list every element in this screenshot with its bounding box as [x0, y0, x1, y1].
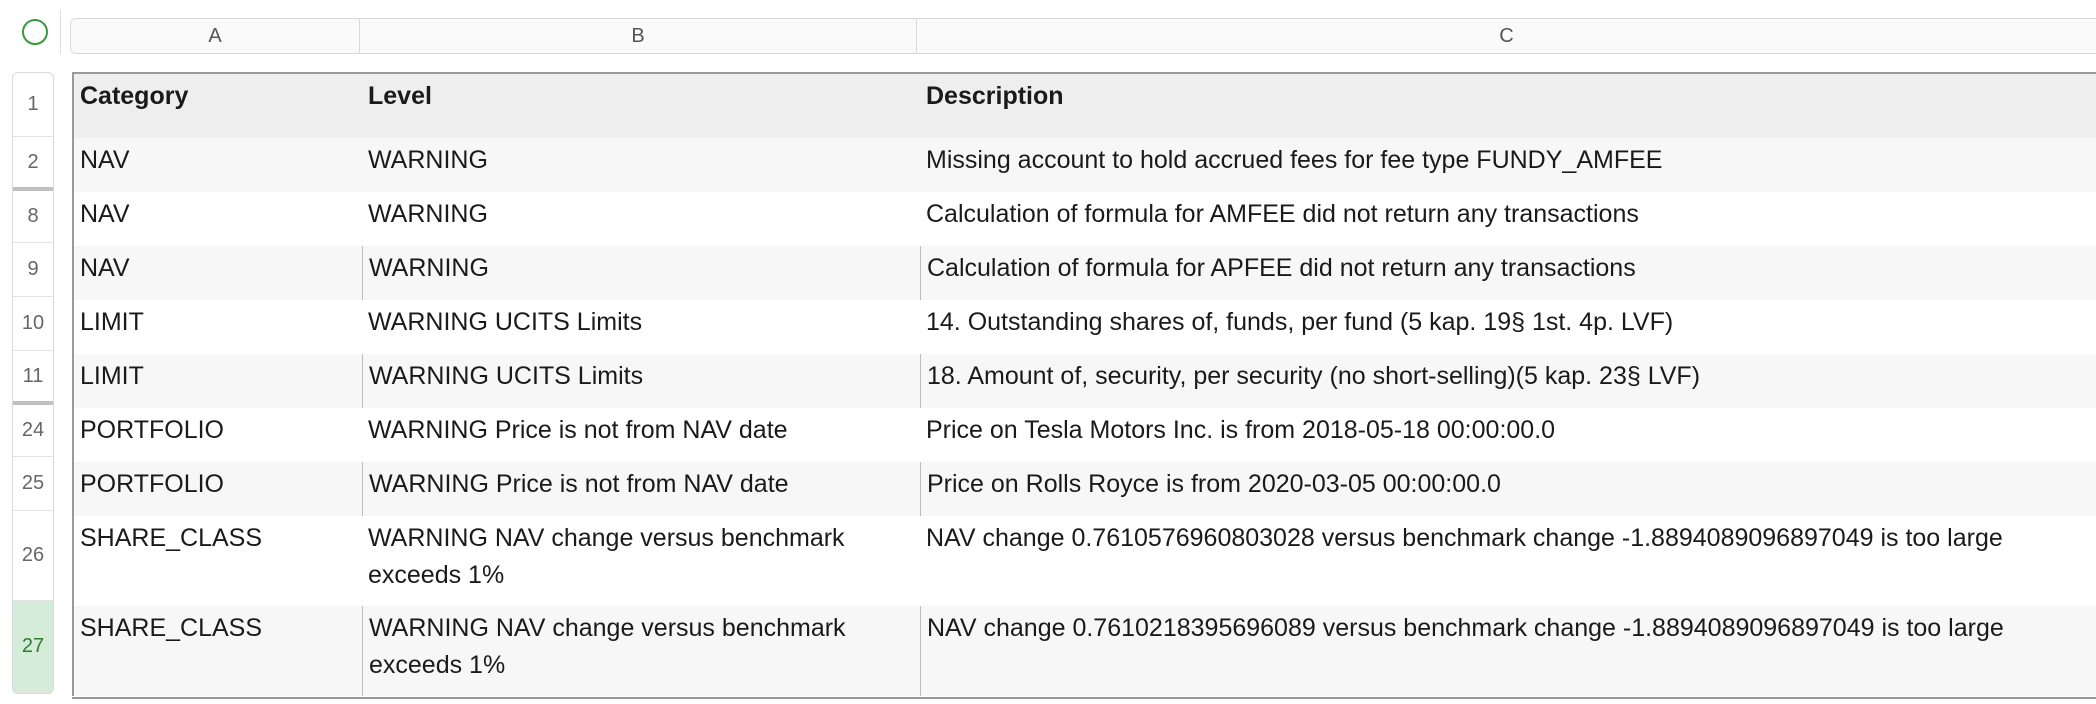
cell-category[interactable]: SHARE_CLASS	[74, 516, 362, 606]
column-header-b[interactable]: B	[360, 19, 917, 53]
cell-level[interactable]: WARNING	[362, 192, 920, 246]
table-row: NAV WARNING Calculation of formula for A…	[74, 192, 2096, 246]
spreadsheet-grid: Category Level Description NAV WARNING M…	[72, 72, 2096, 696]
cell-category[interactable]: PORTFOLIO	[74, 408, 362, 462]
cell-description[interactable]: NAV change 0.7610576960803028 versus ben…	[920, 516, 2096, 606]
cell-level[interactable]: WARNING UCITS Limits	[362, 300, 920, 354]
cell-description[interactable]: Calculation of formula for APFEE did not…	[920, 246, 2096, 300]
table-row: SHARE_CLASS WARNING NAV change versus be…	[74, 516, 2096, 606]
cell-category[interactable]: LIMIT	[74, 300, 362, 354]
cell-category[interactable]: LIMIT	[74, 354, 362, 408]
cell-level-header[interactable]: Level	[362, 74, 920, 138]
circle-icon	[22, 19, 48, 45]
row-number[interactable]: 26	[13, 511, 53, 601]
select-all-button[interactable]	[10, 10, 61, 54]
cell-level[interactable]: WARNING Price is not from NAV date	[362, 408, 920, 462]
row-number[interactable]: 2	[13, 137, 53, 191]
cell-category[interactable]: SHARE_CLASS	[74, 606, 362, 696]
cell-level[interactable]: WARNING	[362, 246, 920, 300]
table-row: NAV WARNING Missing account to hold accr…	[74, 138, 2096, 192]
table-bottom-border	[72, 697, 2096, 699]
table-row: LIMIT WARNING UCITS Limits 14. Outstandi…	[74, 300, 2096, 354]
column-header-bar: A B C	[70, 18, 2096, 54]
cell-category[interactable]: NAV	[74, 246, 362, 300]
cell-level[interactable]: WARNING NAV change versus benchmark exce…	[362, 606, 920, 696]
row-number[interactable]: 10	[13, 297, 53, 351]
row-number-selected[interactable]: 27	[13, 601, 53, 693]
column-header-c[interactable]: C	[917, 19, 2096, 53]
row-number[interactable]: 1	[13, 73, 53, 137]
row-number[interactable]: 9	[13, 243, 53, 297]
cell-level[interactable]: WARNING NAV change versus benchmark exce…	[362, 516, 920, 606]
cell-description[interactable]: 14. Outstanding shares of, funds, per fu…	[920, 300, 2096, 354]
row-number[interactable]: 24	[13, 405, 53, 457]
row-number[interactable]: 8	[13, 191, 53, 243]
cell-description[interactable]: Missing account to hold accrued fees for…	[920, 138, 2096, 192]
header-row: Category Level Description	[74, 74, 2096, 138]
table-row: LIMIT WARNING UCITS Limits 18. Amount of…	[74, 354, 2096, 408]
cell-category[interactable]: PORTFOLIO	[74, 462, 362, 516]
cell-level[interactable]: WARNING	[362, 138, 920, 192]
cell-description[interactable]: Price on Rolls Royce is from 2020-03-05 …	[920, 462, 2096, 516]
cell-description-header[interactable]: Description	[920, 74, 2096, 138]
cell-description[interactable]: NAV change 0.7610218395696089 versus ben…	[920, 606, 2096, 696]
cell-category-header[interactable]: Category	[74, 74, 362, 138]
column-header-a[interactable]: A	[71, 19, 360, 53]
cell-category[interactable]: NAV	[74, 138, 362, 192]
table-row: SHARE_CLASS WARNING NAV change versus be…	[74, 606, 2096, 696]
cell-category[interactable]: NAV	[74, 192, 362, 246]
cell-level[interactable]: WARNING Price is not from NAV date	[362, 462, 920, 516]
row-number[interactable]: 25	[13, 457, 53, 511]
cell-level[interactable]: WARNING UCITS Limits	[362, 354, 920, 408]
cell-description[interactable]: Calculation of formula for AMFEE did not…	[920, 192, 2096, 246]
cell-description[interactable]: 18. Amount of, security, per security (n…	[920, 354, 2096, 408]
table-row: NAV WARNING Calculation of formula for A…	[74, 246, 2096, 300]
row-number[interactable]: 11	[13, 351, 53, 405]
row-header-bar: 1 2 8 9 10 11 24 25 26 27	[12, 72, 54, 694]
table-row: PORTFOLIO WARNING Price is not from NAV …	[74, 408, 2096, 462]
table-row: PORTFOLIO WARNING Price is not from NAV …	[74, 462, 2096, 516]
cell-description[interactable]: Price on Tesla Motors Inc. is from 2018-…	[920, 408, 2096, 462]
